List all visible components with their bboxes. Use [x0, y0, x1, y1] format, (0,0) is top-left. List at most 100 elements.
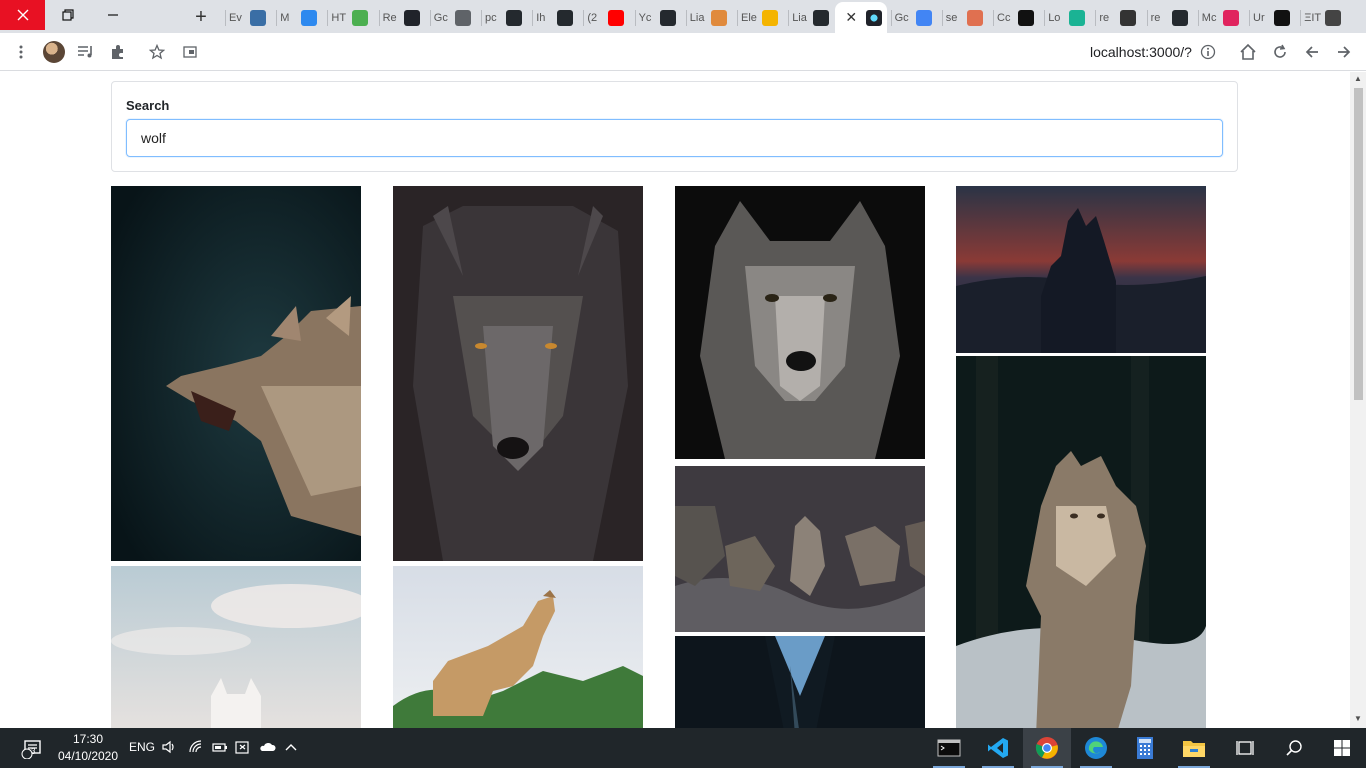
- wifi-icon[interactable]: [188, 739, 204, 758]
- arrow-left-icon: [1305, 46, 1318, 58]
- browser-tab-strip: + Ev M HT Re Gc pc Ih (2 Yc Lia Ele Lia ✕ Gc se Cc Lo re r…: [0, 0, 1366, 33]
- tab[interactable]: Gc: [890, 5, 932, 31]
- battery-icon[interactable]: [211, 739, 229, 758]
- tab[interactable]: Ev: [225, 5, 266, 31]
- tab[interactable]: Lo: [1044, 5, 1086, 31]
- tab-label: M: [280, 12, 290, 24]
- reload-icon: [1274, 44, 1286, 58]
- photo-dark-wolf-glowing-eyes[interactable]: [393, 186, 643, 561]
- taskbar-app-file-explorer[interactable]: [1170, 728, 1218, 768]
- tab-favicon-icon: [1274, 10, 1290, 26]
- show-hidden-icons-chevron-up-icon[interactable]: [284, 739, 298, 758]
- tab[interactable]: Mc: [1197, 5, 1239, 31]
- task-view-icon: [1236, 741, 1254, 755]
- tab-label: Ih: [536, 12, 546, 24]
- folder-icon: [1183, 741, 1205, 757]
- react-icon: [866, 9, 883, 26]
- page-scrollbar[interactable]: ▲ ▼: [1350, 72, 1366, 728]
- tab-favicon-icon: [710, 10, 727, 26]
- photo-grey-wolf-portrait[interactable]: [675, 186, 925, 459]
- taskbar-clock[interactable]: 17:30 04/10/2020: [52, 731, 124, 765]
- tab[interactable]: (2: [583, 5, 625, 31]
- cast-icon: [183, 46, 197, 58]
- plus-icon: +: [195, 5, 207, 28]
- tab-favicon-icon: [966, 10, 983, 26]
- tab-favicon-icon: [301, 10, 318, 26]
- extensions-button[interactable]: [107, 41, 129, 63]
- tab-label: ΞIT: [1304, 12, 1322, 24]
- tab-favicon-icon: [813, 10, 830, 26]
- search-input[interactable]: [126, 119, 1223, 157]
- photo-white-wolf-sky[interactable]: [111, 566, 361, 728]
- language-indicator[interactable]: ENG: [129, 740, 155, 754]
- tab-favicon-icon: [1120, 10, 1137, 26]
- media-control-button[interactable]: [75, 41, 97, 63]
- tab[interactable]: re: [1146, 5, 1188, 31]
- scrollbar-thumb[interactable]: [1354, 88, 1363, 400]
- taskbar-app-vscode[interactable]: [974, 728, 1022, 768]
- window-restore-button[interactable]: [45, 0, 90, 30]
- back-button[interactable]: [1301, 41, 1323, 63]
- kebab-menu-icon: [19, 45, 23, 59]
- home-icon: [1240, 43, 1256, 60]
- volume-icon[interactable]: [161, 739, 177, 758]
- tab[interactable]: ΞIT: [1300, 5, 1342, 31]
- tab-close-icon[interactable]: ✕: [845, 9, 857, 26]
- tab-label: Mc: [1201, 12, 1217, 24]
- address-bar-url[interactable]: localhost:3000/?: [1090, 44, 1192, 60]
- photo-wolf-in-snowy-forest[interactable]: [956, 356, 1206, 728]
- menu-button[interactable]: [10, 41, 32, 63]
- bookmark-star-button[interactable]: [146, 41, 168, 63]
- home-button[interactable]: [1237, 41, 1259, 63]
- tab[interactable]: Ur: [1249, 5, 1290, 31]
- meet-now-icon[interactable]: [235, 739, 251, 758]
- scroll-up-arrow-icon[interactable]: ▲: [1350, 74, 1366, 86]
- tab-favicon-icon: [1325, 10, 1342, 26]
- tab[interactable]: Lia: [685, 5, 727, 31]
- edge-icon: [1085, 737, 1107, 759]
- task-view-button[interactable]: [1221, 728, 1269, 768]
- minimize-icon: [107, 14, 118, 16]
- photo-dark-forest-trees[interactable]: [675, 636, 925, 728]
- taskbar-app-chrome[interactable]: [1023, 728, 1071, 768]
- tab[interactable]: Re: [378, 5, 420, 31]
- action-center-button[interactable]: 3: [14, 728, 50, 768]
- browser-toolbar: localhost:3000/?: [0, 33, 1366, 71]
- tab-label: HT: [331, 12, 347, 24]
- tab[interactable]: re: [1095, 5, 1137, 31]
- forward-button[interactable]: [1333, 41, 1355, 63]
- photo-wolf-silhouette-sunset[interactable]: [956, 186, 1206, 353]
- tab-favicon-icon: [250, 10, 266, 26]
- tab[interactable]: Yc: [634, 5, 676, 31]
- taskbar-app-calculator[interactable]: [1121, 728, 1169, 768]
- taskbar-app-edge[interactable]: [1072, 728, 1120, 768]
- tab[interactable]: pc: [481, 5, 522, 31]
- windows-logo-icon: [1334, 740, 1350, 756]
- tab[interactable]: M: [276, 5, 318, 31]
- tab[interactable]: Ih: [532, 5, 574, 31]
- reload-button[interactable]: [1269, 41, 1291, 63]
- onedrive-cloud-icon[interactable]: [258, 739, 276, 758]
- tab[interactable]: HT: [327, 5, 369, 31]
- photo-wolf-pack-rocks[interactable]: [675, 466, 925, 632]
- cast-button[interactable]: [179, 41, 201, 63]
- tab[interactable]: Gc: [429, 5, 471, 31]
- taskbar-app-terminal[interactable]: [925, 728, 973, 768]
- tab[interactable]: se: [941, 5, 983, 31]
- start-button[interactable]: [1318, 728, 1366, 768]
- profile-avatar[interactable]: [43, 41, 65, 63]
- photo-snarling-wolf[interactable]: [111, 186, 361, 561]
- close-icon: [17, 9, 28, 21]
- site-info-button[interactable]: [1197, 41, 1219, 63]
- new-tab-button[interactable]: +: [188, 4, 214, 30]
- scroll-down-arrow-icon[interactable]: ▼: [1350, 714, 1366, 726]
- taskbar-search-button[interactable]: [1270, 728, 1318, 768]
- tab[interactable]: Ele: [737, 5, 778, 31]
- photo-howling-wolf[interactable]: [393, 566, 643, 728]
- window-minimize-button[interactable]: [90, 0, 135, 30]
- tab-active[interactable]: ✕: [835, 2, 888, 33]
- tab[interactable]: Cc: [993, 5, 1034, 31]
- tab[interactable]: Lia: [788, 5, 830, 31]
- window-close-button[interactable]: [0, 0, 45, 30]
- tab-label: Re: [382, 12, 397, 24]
